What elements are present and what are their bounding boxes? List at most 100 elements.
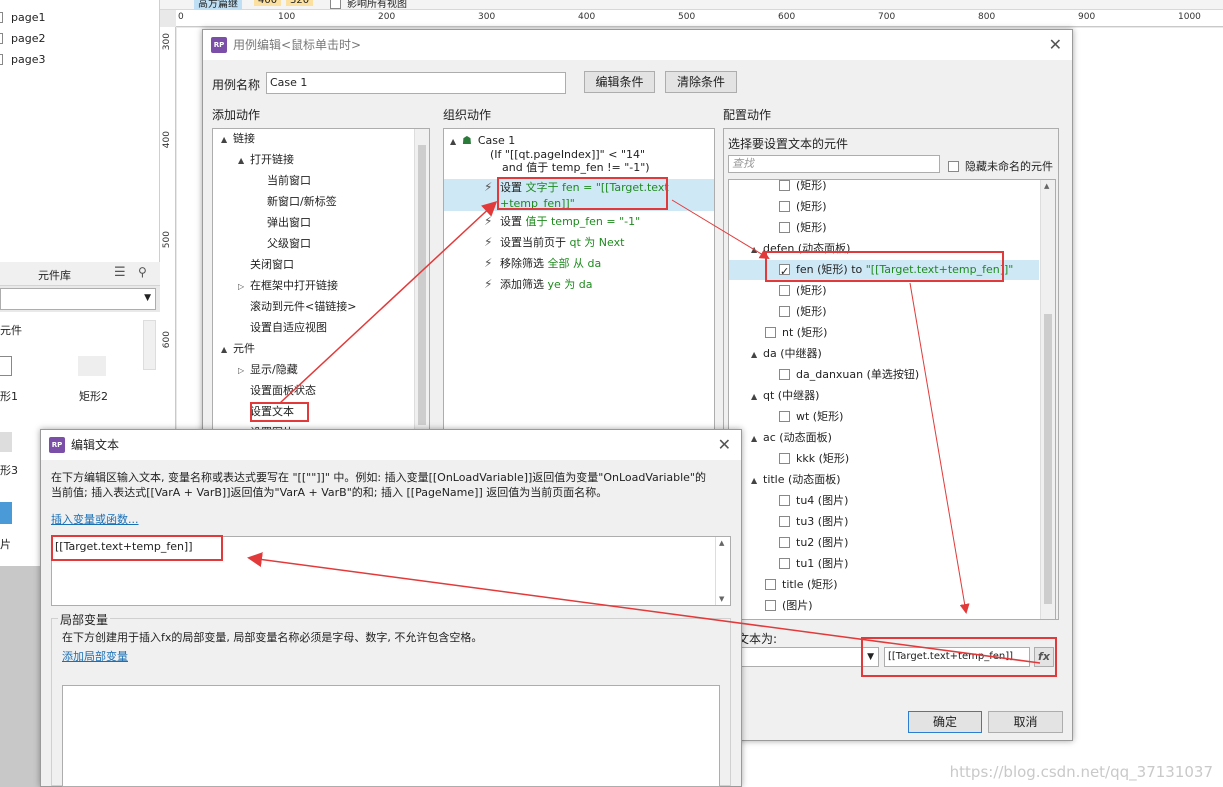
editor-scrollbar[interactable]: ▲ ▼ [715,537,730,605]
scroll-thumb[interactable] [1044,314,1052,604]
action-item[interactable]: ▲ 打开链接 [238,152,294,169]
action-item[interactable]: ▲ 链接 [221,131,255,148]
case-action-item[interactable]: ⚡ 设置当前页于 qt 为 Next [444,234,714,251]
scroll-thumb[interactable] [418,145,426,425]
action-item[interactable]: ▷ 在框架中打开链接 [238,278,338,295]
hide-unnamed-toggle[interactable]: 隐藏未命名的元件 [948,158,1053,174]
widget-tree-item[interactable]: (矩形) [729,180,1039,196]
widget-tree-item[interactable]: fen (矩形) to "[[Target.text+temp_fen]]" [729,260,1039,282]
text-editor-area[interactable]: [[Target.text+temp_fen]] ▲ ▼ [51,536,731,606]
widget-tree-item[interactable]: (矩形) [729,302,1039,322]
clear-condition-button[interactable]: 清除条件 [665,71,737,93]
widget-tree-item[interactable]: (矩形) [729,281,1039,301]
cancel-button[interactable]: 取消 [988,711,1063,733]
add-local-variable-link[interactable]: 添加局部变量 [62,648,128,664]
widget-checkbox[interactable] [779,306,790,317]
close-icon[interactable]: ✕ [718,430,731,460]
ok-button[interactable]: 确定 [908,711,982,733]
widget-tree-item[interactable]: ▲ ac (动态面板) [729,428,1039,448]
action-item[interactable]: 关闭窗口 [238,257,294,273]
widget-tree-item[interactable]: (矩形) [729,218,1039,238]
action-item[interactable]: 新窗口/新标签 [255,194,337,210]
widget-checkbox[interactable] [765,327,776,338]
search-icon[interactable]: ⚲ [138,265,147,279]
collapse-icon[interactable]: ▲ [751,429,763,449]
widget-checkbox[interactable] [779,495,790,506]
widget-checkbox[interactable] [779,558,790,569]
widget-tree-item[interactable]: tu4 (图片) [729,491,1039,511]
affect-all-views-toggle[interactable]: 影响所有视图 [330,0,407,10]
widget-tree-item[interactable]: nt (矩形) [729,323,1039,343]
widget-checkbox[interactable] [779,285,790,296]
scroll-down-icon[interactable]: ▼ [719,595,724,603]
scroll-up-icon[interactable]: ▲ [1044,182,1049,190]
action-item[interactable]: 弹出窗口 [255,215,311,231]
action-item[interactable]: 设置自适应视图 [238,320,327,336]
hide-unnamed-checkbox[interactable] [948,161,959,172]
add-actions-scrollbar[interactable] [414,129,429,437]
collapse-icon[interactable]: ▲ [751,345,763,365]
widget-checkbox[interactable] [779,201,790,212]
page-item-1[interactable]: page1 [0,8,158,28]
action-item[interactable]: 设置面板状态 [238,383,316,399]
widget-search-input[interactable]: 查找 [728,155,940,173]
insert-variable-link[interactable]: 插入变量或函数... [51,511,139,527]
widget-tree-item[interactable]: ▲ da (中继器) [729,344,1039,364]
widget-tree-item[interactable]: tu2 (图片) [729,533,1039,553]
scroll-up-icon[interactable]: ▲ [719,539,724,547]
action-item[interactable]: 滚动到元件<锚链接> [238,299,356,315]
action-item[interactable]: ▷ 显示/隐藏 [238,362,298,379]
fx-button[interactable]: fx [1034,647,1054,667]
widget-checkbox[interactable] [779,411,790,422]
widget-checkbox[interactable] [779,369,790,380]
widget-tree-item[interactable]: kkk (矩形) [729,449,1039,469]
case-action-item[interactable]: ⚡ 设置 值于 temp_fen = "-1" [444,213,714,230]
local-variables-list[interactable] [62,685,720,787]
widget-tree-item[interactable]: tu3 (图片) [729,512,1039,532]
widget-tree-item[interactable]: da_danxuan (单选按钮) [729,365,1039,385]
widget-checkbox[interactable] [765,600,776,611]
widget-rect3-thumb[interactable] [0,432,12,452]
case-name-input[interactable]: Case 1 [266,72,566,94]
widget-tree-item[interactable]: tu1 (图片) [729,554,1039,574]
widget-checkbox[interactable] [765,579,776,590]
widget-rect2-thumb[interactable] [78,356,106,376]
widget-tree-item[interactable]: (矩形) [729,197,1039,217]
action-item[interactable]: 设置文本 [238,404,294,420]
edit-text-description: 在下方编辑区输入文本, 变量名称或表达式要写在 "[[""]]" 中。例如: 插… [51,471,706,499]
widget-checkbox[interactable] [779,180,790,191]
case-action-item[interactable]: ⚡ 添加筛选 ye 为 da [444,276,714,293]
widget-rect1-thumb[interactable] [0,356,12,376]
library-scrollbar[interactable] [143,320,156,370]
edit-condition-button[interactable]: 编辑条件 [584,71,655,93]
widget-checkbox[interactable] [779,537,790,548]
widget-tree-item[interactable]: ▲ qt (中继器) [729,386,1039,406]
page-item-3[interactable]: page3 [0,50,158,70]
widget-tree-item[interactable]: ▲ title (动态面板) [729,470,1039,490]
case-action-item[interactable]: ⚡ 移除筛选 全部 从 da [444,255,714,272]
collapse-icon[interactable]: ▲ [751,240,763,260]
image-widget-icon[interactable] [0,502,12,524]
text-type-select[interactable]: 值▼ [723,647,879,667]
widget-checkbox[interactable] [779,516,790,527]
library-select[interactable]: ▼ [0,288,156,310]
widget-tree-item[interactable]: (图片) [729,596,1039,616]
menu-icon[interactable]: ☰ [114,265,126,280]
action-item[interactable]: 父级窗口 [255,236,311,252]
action-item[interactable]: 当前窗口 [255,173,311,189]
widget-checkbox[interactable] [779,453,790,464]
text-value-input[interactable]: [[Target.text+temp_fen]] [884,647,1030,667]
widget-tree-item[interactable]: title (矩形) [729,575,1039,595]
widget-tree-scrollbar[interactable]: ▲ [1040,180,1055,619]
widget-checkbox[interactable] [779,222,790,233]
collapse-icon[interactable]: ▲ [751,471,763,491]
widget-checkbox[interactable] [779,262,790,282]
affect-all-views-checkbox[interactable] [330,0,341,9]
close-icon[interactable]: ✕ [1049,30,1062,60]
collapse-icon[interactable]: ▲ [751,387,763,407]
widget-tree-item[interactable]: wt (矩形) [729,407,1039,427]
widget-tree-item[interactable]: ▲ defen (动态面板) [729,239,1039,259]
page-item-2[interactable]: page2 [0,29,158,49]
action-item[interactable]: ▲ 元件 [221,341,255,358]
case-action-item[interactable]: ⚡ 设置 文字于 fen = "[[Target.text +temp_fen]]" [444,179,714,211]
